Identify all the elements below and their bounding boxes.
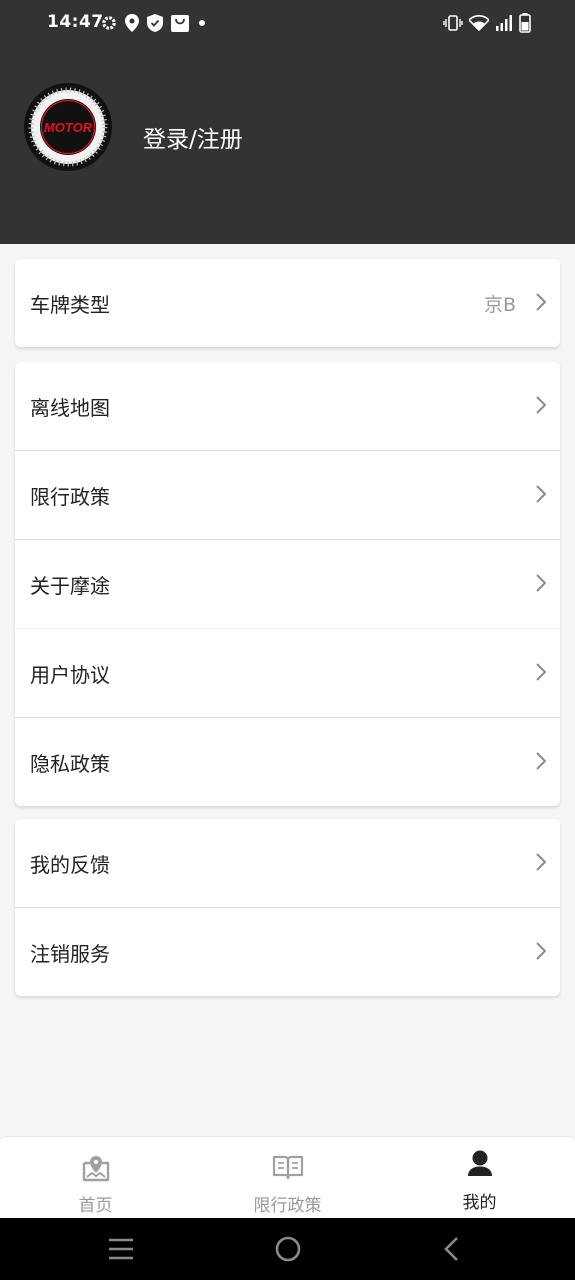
status-icons-left [101,13,207,33]
shopping-bag-icon [171,14,189,32]
menu-item-about[interactable]: 关于摩途 [15,540,560,629]
menu-item-label: 隐私政策 [30,751,110,776]
dot-icon [197,18,207,28]
plate-type-label: 车牌类型 [30,292,110,317]
system-nav-bar [0,1218,575,1280]
menu-item-label: 离线地图 [30,395,110,420]
menu-item-privacy-policy[interactable]: 隐私政策 [15,718,560,806]
chevron-right-icon [536,485,547,507]
tab-label: 首页 [78,1196,113,1216]
plate-type-value: 京B [483,293,516,316]
profile-header: 14:47 MOTOR 登录/注册 [0,0,575,244]
menu-item-label: 用户协议 [30,662,110,687]
map-home-icon [81,1153,111,1187]
chevron-right-icon [536,574,547,596]
chevron-right-icon [536,853,547,875]
recent-apps-button[interactable] [108,1238,134,1264]
menu-item-feedback[interactable]: 我的反馈 [15,819,560,908]
login-register-link[interactable]: 登录/注册 [143,120,243,154]
menu-item-label: 我的反馈 [30,852,110,877]
chevron-right-icon [536,752,547,774]
tab-home[interactable]: 首页 [0,1137,191,1219]
menu-item-offline-map[interactable]: 离线地图 [15,362,560,451]
battery-icon [519,13,531,33]
bottom-tab-bar: 首页 限行政策 我的 [0,1136,575,1219]
menu-item-label: 关于摩途 [30,573,110,598]
back-button[interactable] [442,1236,460,1266]
chevron-right-icon [536,942,547,964]
shield-icon [147,14,163,32]
logo-text: MOTOR [44,120,93,135]
tab-label: 我的 [462,1193,497,1213]
gear-icon [101,15,117,31]
menu-item-user-agreement[interactable]: 用户协议 [15,629,560,718]
status-time: 14:47 [47,12,104,32]
tab-label: 限行政策 [253,1196,322,1216]
chevron-right-icon [536,293,547,315]
tab-mine[interactable]: 我的 [384,1137,575,1219]
signal-icon [495,15,513,31]
location-pin-icon [125,14,139,32]
home-button[interactable] [274,1235,302,1267]
service-card: 我的反馈 注销服务 [15,819,560,996]
vibrate-icon [443,15,463,31]
chevron-right-icon [536,663,547,685]
status-bar: 14:47 [0,0,575,48]
plate-type-card: 车牌类型 京B [15,259,560,347]
avatar-logo[interactable]: MOTOR [24,83,112,171]
tab-restriction-policy[interactable]: 限行政策 [192,1137,383,1219]
menu-item-restriction-policy[interactable]: 限行政策 [15,451,560,540]
wifi-icon [469,15,489,31]
menu-item-cancel-account[interactable]: 注销服务 [15,908,560,996]
person-icon [466,1149,494,1181]
menu-item-label: 限行政策 [30,484,110,509]
status-icons-right [443,13,531,33]
menu-card: 离线地图 限行政策 关于摩途 用户协议 隐私政策 [15,362,560,806]
chevron-right-icon [536,396,547,418]
book-icon [272,1153,304,1185]
menu-item-label: 注销服务 [30,941,110,966]
plate-type-row[interactable]: 车牌类型 京B [15,259,560,347]
